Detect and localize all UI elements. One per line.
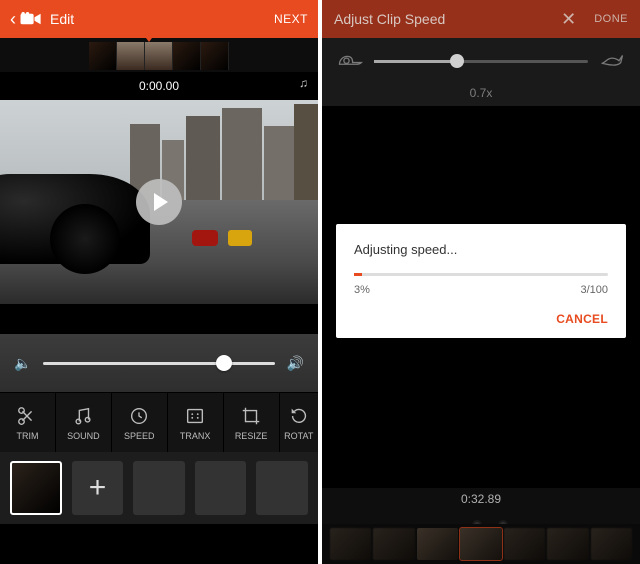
volume-slider-thumb[interactable] [216, 355, 232, 371]
tool-speed[interactable]: SPEED [112, 393, 167, 452]
clip-slot-empty[interactable] [195, 461, 247, 515]
tool-label: TRANX [180, 431, 211, 441]
tool-label: RESIZE [235, 431, 268, 441]
clip-thumb[interactable] [145, 42, 173, 70]
clip-thumb[interactable] [173, 42, 201, 70]
playhead-marker-icon [143, 34, 155, 42]
timecode-row: 0:00.00 ♫ [0, 72, 318, 100]
timeline-thumb[interactable] [373, 528, 414, 560]
video-preview[interactable] [0, 100, 318, 304]
transition-icon [184, 405, 206, 427]
top-bar: Adjust Clip Speed ✕ DONE [322, 0, 640, 38]
close-icon[interactable]: ✕ [561, 9, 576, 30]
clip-slot-empty[interactable] [256, 461, 308, 515]
done-button[interactable]: DONE [594, 13, 628, 25]
edit-screen: ‹ Edit NEXT 0:00.00 ♫ 🔈 🔊 [0, 0, 318, 564]
tool-row: TRIM SOUND SPEED TRANX RESIZE ROTAT [0, 392, 318, 452]
screen-title: Edit [50, 11, 74, 27]
timeline-thumb[interactable] [330, 528, 371, 560]
volume-slider[interactable] [43, 362, 274, 365]
clip-thumb[interactable] [201, 42, 229, 70]
speaker-low-icon: 🔈 [14, 355, 31, 372]
tool-label: TRIM [16, 431, 38, 441]
speed-value: 0.7x [470, 86, 493, 100]
crop-icon [240, 405, 262, 427]
clip-thumb[interactable] [89, 42, 117, 70]
tool-sound[interactable]: SOUND [56, 393, 111, 452]
clock-icon [128, 405, 150, 427]
play-button-icon[interactable] [136, 179, 182, 225]
speed-slider[interactable] [374, 60, 588, 63]
back-chevron-icon[interactable]: ‹ [10, 9, 16, 30]
top-bar: ‹ Edit NEXT [0, 0, 318, 38]
timeline-thumb[interactable] [591, 528, 632, 560]
timeline-thumb[interactable] [547, 528, 588, 560]
tool-tranx[interactable]: TRANX [168, 393, 223, 452]
clip-strip[interactable] [0, 38, 318, 72]
timeline-thumb-selected[interactable] [460, 528, 501, 560]
speed-slider-thumb[interactable] [450, 54, 464, 68]
cancel-button[interactable]: CANCEL [556, 312, 608, 326]
timecode: 0:00.00 [139, 79, 179, 93]
timeline[interactable] [322, 524, 640, 564]
timeline-timecode: 0:32.89 [461, 492, 501, 506]
clip-slot-selected[interactable] [10, 461, 62, 515]
tool-label: SPEED [124, 431, 155, 441]
timeline-timecode-row: 0:32.89 [322, 488, 640, 524]
speaker-high-icon: 🔊 [287, 355, 304, 372]
music-icon [72, 405, 94, 427]
tool-resize[interactable]: RESIZE [224, 393, 279, 452]
tool-label: ROTAT [284, 431, 313, 441]
dialog-title: Adjusting speed... [354, 242, 608, 257]
rotate-icon [288, 405, 310, 427]
scissors-icon [16, 405, 38, 427]
progress-percent: 3% [354, 284, 370, 296]
fast-icon [598, 49, 626, 74]
slow-icon [336, 49, 364, 74]
progress-fill [354, 273, 362, 276]
tool-rotate[interactable]: ROTAT [280, 393, 318, 452]
next-button[interactable]: NEXT [274, 12, 308, 26]
clip-bin: + [0, 452, 318, 524]
tool-label: SOUND [67, 431, 100, 441]
add-clip-button[interactable]: + [72, 461, 124, 515]
tool-trim[interactable]: TRIM [0, 393, 55, 452]
progress-dialog: Adjusting speed... 3% 3/100 CANCEL [336, 224, 626, 338]
progress-labels: 3% 3/100 [354, 284, 608, 296]
speed-value-row: 0.7x [322, 84, 640, 106]
spacer [0, 304, 318, 334]
progress-count: 3/100 [580, 284, 608, 296]
adjust-speed-screen: Adjust Clip Speed ✕ DONE 0.7x 0:32.89 [322, 0, 640, 564]
camera-icon [20, 12, 42, 26]
speed-slider-row [322, 38, 640, 84]
progress-bar [354, 273, 608, 276]
timeline-thumb[interactable] [417, 528, 458, 560]
volume-row: 🔈 🔊 [0, 334, 318, 392]
clip-thumb[interactable] [117, 42, 145, 70]
clip-slot-empty[interactable] [133, 461, 185, 515]
waveform-icon[interactable]: ♫ [299, 76, 308, 90]
timeline-thumb[interactable] [504, 528, 545, 560]
screen-title: Adjust Clip Speed [334, 11, 561, 27]
